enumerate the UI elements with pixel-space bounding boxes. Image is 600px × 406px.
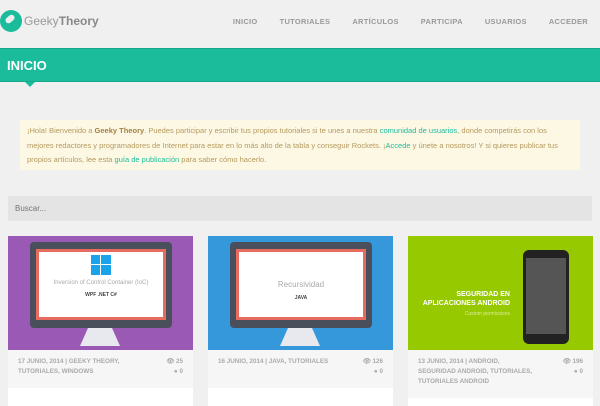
search-input[interactable]: [8, 196, 592, 221]
header: GeekyTheory INICIO TUTORIALES ARTÍCULOS …: [0, 0, 600, 47]
title-bar: INICIO: [0, 48, 600, 82]
nav-inicio[interactable]: INICIO: [233, 17, 258, 26]
image-title: SEGURIDAD EN APLICACIONES ANDROID: [422, 291, 510, 307]
logo[interactable]: GeekyTheory: [0, 10, 99, 32]
post-image[interactable]: SEGURIDAD EN APLICACIONES ANDROID Custom…: [408, 236, 593, 350]
post-meta: 17 JUNIO, 2014 | GEEKY THEORY, TUTORIALE…: [8, 350, 193, 388]
community-link[interactable]: comunidad de usuarios: [380, 126, 458, 135]
image-subtitle: Custom permissions: [464, 311, 510, 317]
nav-usuarios[interactable]: USUARIOS: [485, 17, 527, 26]
page-title: INICIO: [7, 58, 47, 73]
accede-link[interactable]: Accede: [386, 141, 411, 150]
nav-articulos[interactable]: ARTÍCULOS: [352, 17, 398, 26]
post-meta: 16 JUNIO, 2014 | JAVA, TUTORIALES 👁 126 ●…: [208, 350, 393, 388]
post-image[interactable]: Recursividad JAVA: [208, 236, 393, 350]
image-subtitle: JAVA: [294, 295, 308, 301]
eye-icon: 👁: [166, 358, 176, 365]
image-title: Recursividad: [277, 280, 325, 289]
post-image[interactable]: Inversion of Control Container (IoC) WPF …: [8, 236, 193, 350]
phone-icon: [523, 250, 569, 344]
welcome-notice: ¡Hola! Bienvenido a Geeky Theory. Puedes…: [20, 120, 580, 170]
image-title: Inversion of Control Container (IoC): [53, 280, 149, 286]
nav-tutoriales[interactable]: TUTORIALES: [280, 17, 331, 26]
rocket-icon: [0, 10, 22, 32]
nav-acceder[interactable]: ACCEDER: [549, 17, 588, 26]
post-card[interactable]: Recursividad JAVA 16 JUNIO, 2014 | JAVA, …: [208, 236, 393, 406]
title-pointer: [25, 82, 35, 87]
main-nav: INICIO TUTORIALES ARTÍCULOS PARTICIPA US…: [233, 17, 588, 26]
logo-text: GeekyTheory: [24, 14, 99, 28]
nav-participa[interactable]: PARTICIPA: [421, 17, 463, 26]
publication-guide-link[interactable]: guía de publicación: [115, 155, 180, 164]
windows-icon: [91, 255, 111, 275]
post-meta: 13 JUNIO, 2014 | ANDROID, SEGURIDAD ANDR…: [408, 350, 593, 398]
image-subtitle: WPF .NET C#: [85, 292, 117, 298]
post-card[interactable]: SEGURIDAD EN APLICACIONES ANDROID Custom…: [408, 236, 593, 406]
post-card[interactable]: Inversion of Control Container (IoC) WPF …: [8, 236, 193, 406]
